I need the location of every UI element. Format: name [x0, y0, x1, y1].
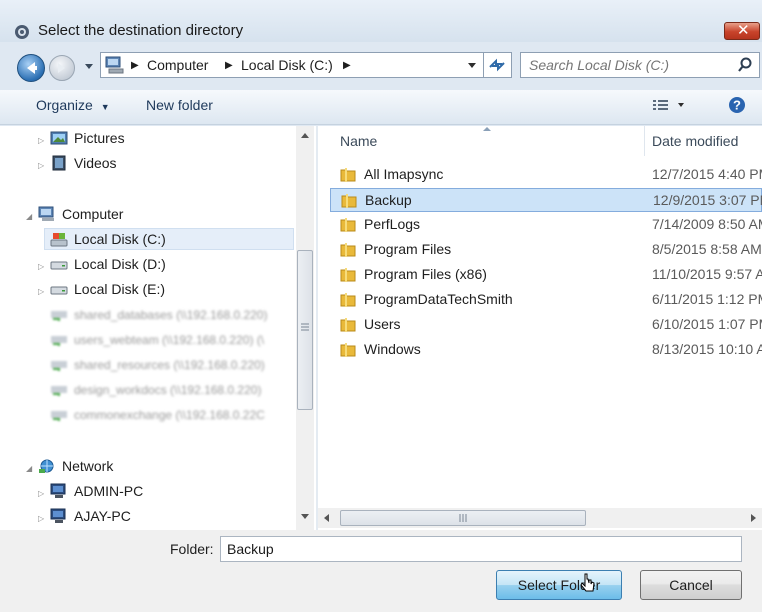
file-row[interactable]: Windows 8/13/2015 10:10 AM — [330, 338, 762, 362]
videos-icon — [52, 155, 66, 171]
address-bar[interactable]: ▶ Computer ▶ Local Disk (C:) ▶ — [100, 52, 484, 78]
folder-icon — [340, 168, 356, 182]
expand-icon[interactable]: ▷ — [38, 514, 44, 523]
expand-icon[interactable]: ▷ — [38, 489, 44, 498]
chevron-down-icon: ▼ — [100, 102, 110, 112]
history-dropdown-icon[interactable] — [84, 60, 94, 72]
file-row[interactable]: Program Files (x86) 11/10/2015 9:57 AM — [330, 263, 762, 287]
scroll-right-icon[interactable] — [748, 512, 758, 524]
network-drive-icon — [51, 386, 67, 396]
search-input[interactable] — [529, 57, 729, 73]
breadcrumb-computer[interactable]: Computer — [147, 57, 208, 73]
network-drive-icon — [51, 336, 67, 346]
expand-icon[interactable]: ▷ — [38, 287, 44, 296]
drive-icon — [50, 261, 68, 270]
file-row[interactable]: Users 6/10/2015 1:07 PM — [330, 313, 762, 337]
scroll-down-icon[interactable] — [299, 512, 311, 522]
organize-label: Organize — [36, 97, 93, 113]
folder-icon — [340, 218, 356, 232]
grip-icon — [301, 323, 309, 331]
organize-menu[interactable]: Organize ▼ — [36, 97, 110, 113]
expand-icon[interactable]: ▷ — [38, 262, 44, 271]
search-icon[interactable] — [737, 57, 753, 73]
computer-icon — [50, 508, 66, 523]
file-row[interactable]: ProgramDataTechSmith 6/11/2015 1:12 PM — [330, 288, 762, 312]
tree-scroll-thumb[interactable] — [297, 250, 313, 410]
breadcrumb-separator-icon: ▶ — [131, 60, 139, 71]
mouse-cursor-icon — [580, 573, 595, 592]
help-icon[interactable]: ? — [728, 96, 746, 114]
toolbar — [0, 90, 762, 125]
drive-icon — [50, 286, 68, 295]
view-options-icon[interactable] — [652, 98, 686, 112]
close-icon: ✕ — [737, 22, 750, 39]
file-row-selected[interactable]: Backup 12/9/2015 3:07 PM — [330, 188, 762, 212]
computer-icon — [50, 483, 66, 498]
close-button[interactable]: ✕ — [724, 22, 760, 40]
search-box[interactable] — [520, 52, 760, 78]
network-drive-icon — [51, 311, 67, 321]
drive-icon — [50, 233, 68, 247]
scroll-up-icon[interactable] — [299, 130, 311, 140]
breadcrumb-local-disk-c[interactable]: Local Disk (C:) — [241, 57, 333, 73]
breadcrumb-separator-icon: ▶ — [225, 60, 233, 71]
computer-icon — [38, 206, 54, 221]
file-row[interactable]: All Imapsync 12/7/2015 4:40 PM — [330, 163, 762, 187]
forward-button[interactable] — [49, 55, 75, 81]
grip-icon — [459, 514, 467, 522]
folder-icon — [340, 318, 356, 332]
network-drive-icon — [51, 411, 67, 421]
back-button[interactable] — [17, 54, 45, 82]
file-list-scroll-thumb[interactable] — [340, 510, 586, 526]
column-divider[interactable] — [644, 126, 645, 156]
file-row[interactable]: PerfLogs 7/14/2009 8:50 AM — [330, 213, 762, 237]
folder-name-input[interactable] — [220, 536, 742, 562]
computer-icon — [105, 56, 124, 74]
new-folder-button[interactable]: New folder — [146, 97, 213, 113]
folder-icon — [340, 268, 356, 282]
file-row[interactable]: Program Files 8/5/2015 8:58 AM — [330, 238, 762, 262]
refresh-icon — [489, 58, 505, 72]
folder-icon — [340, 293, 356, 307]
breadcrumb-separator-icon: ▶ — [343, 60, 351, 71]
scroll-left-icon[interactable] — [322, 512, 332, 524]
expand-icon[interactable]: ▷ — [38, 161, 44, 170]
sort-ascending-icon — [483, 127, 491, 131]
address-dropdown-icon[interactable] — [467, 62, 477, 70]
network-icon — [39, 459, 54, 473]
dialog-window: Select the destination directory ✕ ▶ Com… — [0, 0, 762, 612]
folder-icon — [340, 243, 356, 257]
folder-icon — [340, 343, 356, 357]
arrow-left-icon — [27, 62, 37, 74]
expand-icon[interactable]: ▷ — [38, 136, 44, 145]
collapse-icon[interactable]: ◢ — [26, 212, 32, 221]
refresh-button[interactable] — [484, 52, 512, 78]
window-title: Select the destination directory — [38, 22, 244, 39]
folder-icon — [341, 194, 357, 208]
cancel-button[interactable]: Cancel — [640, 570, 742, 600]
app-icon — [15, 25, 29, 39]
collapse-icon[interactable]: ◢ — [26, 464, 32, 473]
svg-text:?: ? — [733, 98, 741, 113]
column-header-date-modified[interactable]: Date modified — [652, 133, 738, 163]
column-header-name[interactable]: Name — [340, 133, 377, 163]
network-drive-icon — [51, 361, 67, 371]
arrow-right-icon — [58, 63, 65, 73]
folder-label: Folder: — [170, 541, 214, 557]
select-folder-button[interactable]: Select Folder — [496, 570, 622, 600]
pictures-icon — [50, 131, 68, 145]
